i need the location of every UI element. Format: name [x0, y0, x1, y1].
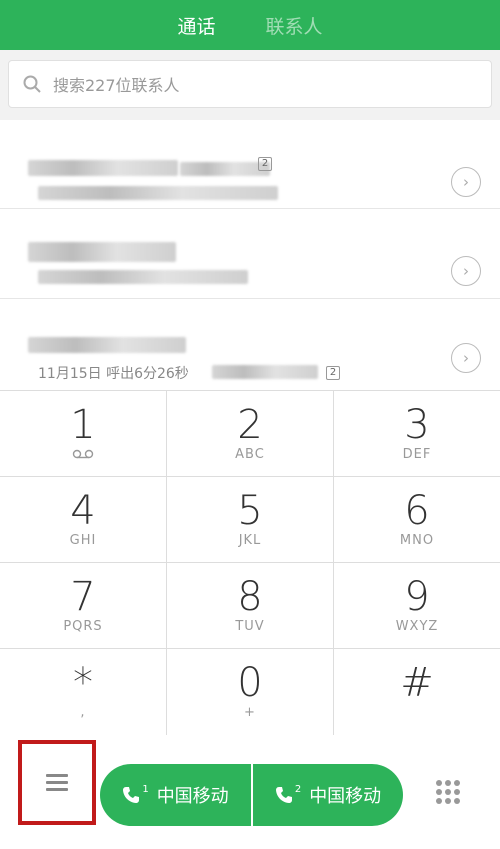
call-log-row[interactable]: 2 ›	[0, 157, 500, 299]
redacted-name	[180, 162, 270, 176]
voicemail-icon	[72, 449, 94, 459]
key-9[interactable]: 9 WXYZ	[334, 563, 500, 649]
redacted-location	[212, 365, 318, 379]
key-6[interactable]: 6 MNO	[334, 477, 500, 563]
key-1[interactable]: 1	[0, 391, 167, 477]
hamburger-icon	[46, 770, 68, 795]
dialpad-toggle-icon[interactable]	[436, 780, 460, 804]
carrier-label: 中国移动	[156, 786, 229, 807]
key-5[interactable]: 5 JKL	[167, 477, 334, 563]
tab-calls[interactable]: 通话	[177, 12, 215, 39]
sim-badge: 2	[258, 157, 272, 171]
carrier-label: 中国移动	[309, 786, 382, 807]
call-sim1-button[interactable]: 1 中国移动	[100, 764, 251, 826]
redacted-name	[28, 242, 176, 262]
key-star[interactable]: * ,	[0, 649, 167, 735]
key-8[interactable]: 8 TUV	[167, 563, 334, 649]
tab-contacts[interactable]: 联系人	[266, 12, 323, 39]
sim-number: 2	[294, 783, 302, 795]
key-2[interactable]: 2 ABC	[167, 391, 334, 477]
phone-icon	[123, 787, 140, 803]
key-3[interactable]: 3 DEF	[334, 391, 500, 477]
phone-icon	[275, 787, 292, 803]
sim-badge: 2	[326, 366, 340, 380]
call-detail-chevron-icon[interactable]: ›	[451, 343, 481, 373]
menu-button[interactable]	[18, 740, 96, 825]
key-4[interactable]: 4 GHI	[0, 477, 167, 563]
key-7[interactable]: 7 PQRS	[0, 563, 167, 649]
sim-number: 1	[142, 783, 149, 795]
search-placeholder: 搜索227位联系人	[53, 76, 180, 95]
key-hash[interactable]: #	[334, 649, 500, 735]
call-log-list: › 2 › 11月15日 呼出6分26秒 2 ›	[0, 120, 500, 390]
call-meta: 11月15日 呼出6分26秒	[38, 366, 189, 382]
call-detail-chevron-icon[interactable]: ›	[451, 256, 481, 286]
redacted-detail	[38, 270, 248, 284]
search-area: 搜索227位联系人	[0, 50, 500, 120]
redacted-name	[28, 337, 186, 353]
redacted-detail	[38, 186, 278, 200]
top-tab-bar: 通话 联系人	[0, 0, 500, 50]
call-sim2-button[interactable]: 2 中国移动	[253, 764, 403, 826]
call-detail-chevron-icon[interactable]: ›	[451, 167, 481, 197]
dial-keypad: 1 2 ABC 3 DEF 4 GHI 5 JKL 6 MNO 7 PQRS 8…	[0, 390, 500, 735]
call-log-row[interactable]: ›	[0, 120, 500, 209]
call-log-row[interactable]: 11月15日 呼出6分26秒 2 ›	[0, 300, 500, 389]
search-input[interactable]: 搜索227位联系人	[8, 60, 492, 108]
search-icon	[23, 75, 41, 93]
redacted-name	[28, 160, 178, 176]
key-0[interactable]: 0 +	[167, 649, 334, 735]
